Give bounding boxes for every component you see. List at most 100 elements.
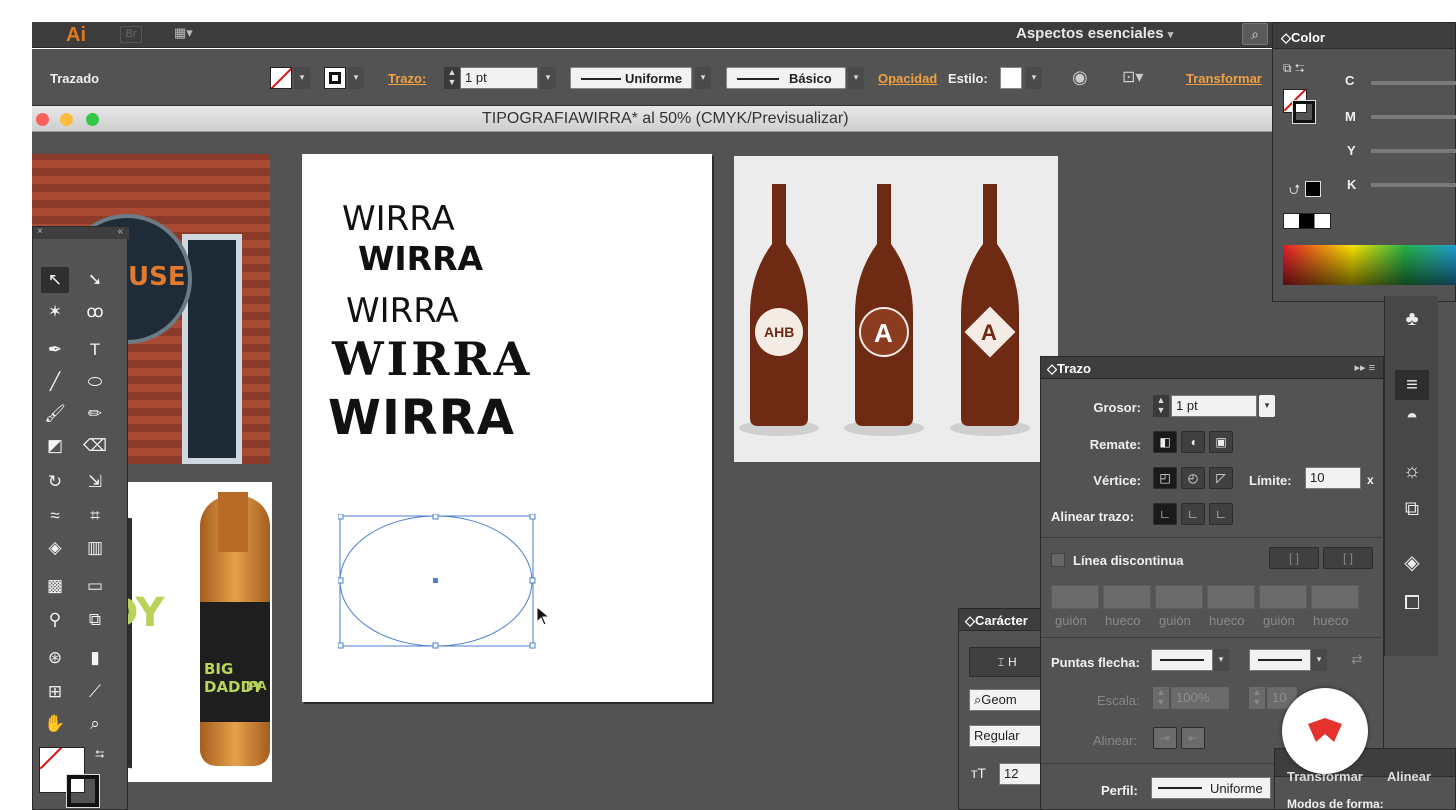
opacity-link[interactable]: Opacidad	[878, 71, 937, 86]
butt-cap-button[interactable]: ◧	[1153, 431, 1177, 453]
wirra-text-5[interactable]: WIRRA	[328, 394, 515, 442]
slice-tool-icon[interactable]: ⟋	[81, 679, 109, 705]
paintbrush-tool-icon[interactable]: 🖌	[41, 401, 69, 427]
ellipse-tool-icon[interactable]: ⬭	[81, 369, 109, 395]
selection-tool-icon[interactable]: ↖	[41, 267, 69, 293]
gap-3-field[interactable]	[1311, 585, 1359, 609]
column-graph-tool-icon[interactable]: ▮	[81, 645, 109, 671]
wirra-text-3[interactable]: WIRRA	[346, 294, 459, 328]
round-cap-button[interactable]: ◖	[1181, 431, 1205, 453]
arrow-tip-at-end-button[interactable]: ⇤	[1181, 727, 1205, 749]
free-transform-tool-icon[interactable]: ⌗	[81, 503, 109, 529]
eraser-tool-icon[interactable]: ⌫	[81, 433, 109, 459]
profile-select[interactable]: Uniforme	[1151, 777, 1271, 799]
stroke-color-box[interactable]	[66, 774, 100, 808]
search-icon[interactable]: ⌕	[1242, 23, 1268, 45]
wirra-text-4[interactable]: WIRRA	[332, 336, 532, 382]
profile-dropdown-arrow[interactable]: ▾	[695, 67, 711, 89]
tab-align[interactable]: Alinear	[1387, 769, 1431, 784]
stroke-weight-dropdown[interactable]: ▾	[540, 67, 556, 89]
out-of-gamut-icon[interactable]: ⮍	[1289, 179, 1300, 203]
transparency-icon[interactable]: ◓	[1395, 402, 1429, 432]
collapse-icon[interactable]: «	[117, 226, 123, 237]
bridge-button[interactable]: Br	[120, 26, 142, 43]
zoom-window-button[interactable]	[86, 113, 99, 126]
appearance-icon[interactable]: ☼	[1395, 456, 1429, 486]
graphic-style-swatch[interactable]	[1000, 67, 1022, 89]
recolor-artwork-icon[interactable]: ◉	[1072, 67, 1088, 88]
color-stroke-swatch[interactable]	[1292, 100, 1316, 124]
zoom-tool-icon[interactable]: ⌕	[81, 711, 109, 737]
character-panel-title[interactable]: ◇Carácter	[965, 613, 1028, 629]
dash-exact-button[interactable]: [ ]	[1269, 547, 1319, 569]
weight-dropdown[interactable]: ▾	[1259, 395, 1275, 417]
channel-y-slider[interactable]	[1371, 149, 1456, 153]
scale-start-field[interactable]: 100%	[1171, 687, 1229, 709]
align-inside-button[interactable]: ∟	[1181, 503, 1205, 525]
wirra-text-2[interactable]: WIRRA	[358, 242, 483, 275]
shape-builder-tool-icon[interactable]: ◈	[41, 535, 69, 561]
arrow-tip-beyond-button[interactable]: ⇥	[1153, 727, 1177, 749]
brush-definition[interactable]: Básico	[726, 67, 846, 89]
channel-k-slider[interactable]	[1371, 183, 1456, 187]
dash-2-field[interactable]	[1155, 585, 1203, 609]
close-icon[interactable]: ×	[37, 226, 43, 237]
mesh-tool-icon[interactable]: ▩	[41, 573, 69, 599]
stroke-panel-link[interactable]: Trazo:	[388, 71, 426, 86]
dash-3-field[interactable]	[1259, 585, 1307, 609]
font-style-field[interactable]: Regular	[969, 725, 1049, 747]
eyedropper-tool-icon[interactable]: ⚲	[41, 607, 69, 633]
default-colors-icon[interactable]: ⧉ ⮀	[1283, 61, 1305, 76]
channel-c-slider[interactable]	[1371, 81, 1456, 85]
gap-1-field[interactable]	[1103, 585, 1151, 609]
start-arrowhead-select[interactable]	[1151, 649, 1213, 671]
graphic-style-dropdown[interactable]: ▾	[1026, 67, 1042, 89]
align-center-button[interactable]: ∟	[1153, 503, 1177, 525]
minimize-window-button[interactable]	[60, 113, 73, 126]
symbol-sprayer-tool-icon[interactable]: ⊛	[41, 645, 69, 671]
align-outside-button[interactable]: ∟	[1209, 503, 1233, 525]
rotate-tool-icon[interactable]: ↻	[41, 469, 69, 495]
gap-2-field[interactable]	[1207, 585, 1255, 609]
start-arrowhead-dropdown[interactable]: ▾	[1213, 649, 1229, 671]
swap-arrowheads-icon[interactable]: ⇄	[1351, 651, 1363, 668]
weight-field[interactable]: 1 pt	[1171, 395, 1257, 417]
stroke-panel-icon[interactable]: ≡	[1395, 370, 1429, 400]
end-arrowhead-select[interactable]	[1249, 649, 1311, 671]
artboard-tool-icon[interactable]: ⊞	[41, 679, 69, 705]
arrange-documents-icon[interactable]: ▦▾	[174, 25, 206, 43]
swap-colors-icon[interactable]: ⮀	[95, 747, 105, 762]
fill-dropdown-arrow[interactable]: ▾	[294, 67, 310, 89]
stroke-panel-title[interactable]: ◇Trazo	[1047, 361, 1091, 377]
width-tool-icon[interactable]: ≈	[41, 503, 69, 529]
wirra-text-1[interactable]: WIRRA	[342, 202, 455, 236]
stroke-weight-field[interactable]: 1 pt	[460, 67, 538, 89]
selected-ellipse[interactable]	[338, 514, 540, 654]
direct-selection-tool-icon[interactable]: ➘	[81, 267, 109, 293]
type-tool-icon[interactable]: T	[81, 337, 109, 363]
touch-type-button[interactable]: ⌶ H	[969, 647, 1045, 677]
font-family-field[interactable]: ⌕Geom	[969, 689, 1049, 711]
layers-icon[interactable]: ◈	[1395, 548, 1429, 578]
scale-tool-icon[interactable]: ⇲	[81, 469, 109, 495]
symbols-icon[interactable]: ♣	[1395, 304, 1429, 334]
brush-dropdown-arrow[interactable]: ▾	[848, 67, 864, 89]
dash-1-field[interactable]	[1051, 585, 1099, 609]
bottles-photo[interactable]: AHB A A	[734, 156, 1058, 462]
blob-brush-tool-icon[interactable]: ◩	[41, 433, 69, 459]
scale-end-spinner[interactable]: ▲ ▼	[1249, 687, 1265, 709]
align-options-icon[interactable]: ⊡▾	[1122, 67, 1143, 87]
lasso-tool-icon[interactable]: ꝏ	[81, 299, 109, 325]
color-spectrum[interactable]	[1283, 245, 1456, 285]
end-arrowhead-dropdown[interactable]: ▾	[1311, 649, 1327, 671]
bevel-join-button[interactable]: ◸	[1209, 467, 1233, 489]
perspective-grid-tool-icon[interactable]: ▥	[81, 535, 109, 561]
hand-tool-icon[interactable]: ✋	[41, 711, 69, 737]
line-tool-icon[interactable]: ╱	[41, 369, 69, 395]
transform-link[interactable]: Transformar	[1186, 71, 1262, 86]
color-panel-title[interactable]: ◇Color	[1281, 30, 1325, 46]
weight-spinner[interactable]: ▲ ▼	[1153, 395, 1169, 417]
workspace-switcher[interactable]: Aspectos esenciales ▾	[1016, 25, 1173, 42]
limit-field[interactable]: 10	[1305, 467, 1361, 489]
close-window-button[interactable]	[36, 113, 49, 126]
